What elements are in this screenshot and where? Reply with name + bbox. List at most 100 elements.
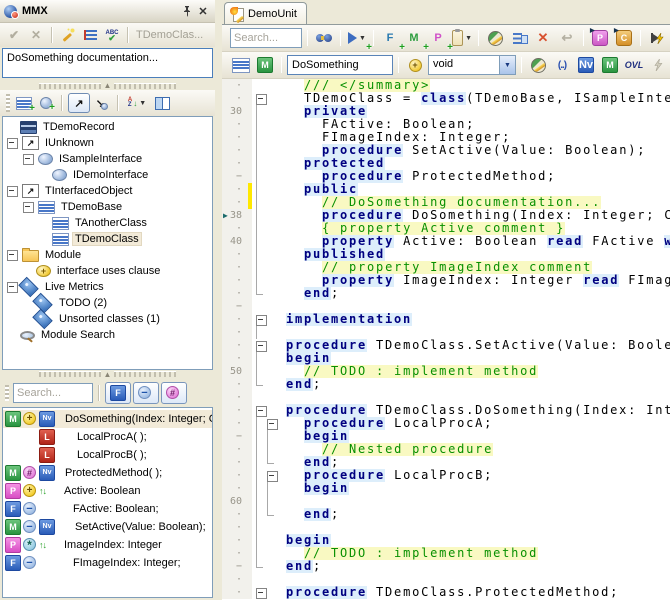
- code-line[interactable]: · /// </summary>: [222, 79, 670, 92]
- toolbar-gripper[interactable]: [5, 384, 9, 401]
- code-line[interactable]: · { property Active comment }: [222, 222, 670, 235]
- code-line[interactable]: · procedure LocalProcA;: [222, 417, 670, 430]
- goto-interface-button[interactable]: P: [589, 27, 611, 48]
- combo-dropdown-button[interactable]: ▼: [499, 56, 515, 74]
- add-parameter-button[interactable]: +: [404, 55, 426, 75]
- code-line[interactable]: 60: [222, 495, 670, 508]
- member-row[interactable]: P * ↑↓ ImageIndex: Integer: [3, 536, 212, 554]
- expand-box-icon[interactable]: [7, 185, 18, 197]
- code-line[interactable]: · procedure LocalProcB;: [222, 469, 670, 482]
- member-row[interactable]: L LocalProcB( );: [3, 446, 212, 464]
- tree-item[interactable]: TDemoClass: [3, 231, 212, 247]
- fold-collapse-icon[interactable]: [256, 588, 267, 599]
- member-name-input[interactable]: [287, 55, 393, 75]
- code-line[interactable]: ·: [222, 326, 670, 339]
- tree-item[interactable]: ↗ TInterfacedObject: [3, 183, 212, 199]
- tree-item[interactable]: TDemoBase: [3, 199, 212, 215]
- code-line[interactable]: ·: [222, 521, 670, 534]
- code-line[interactable]: 40 property Active: Boolean read FActive…: [222, 235, 670, 248]
- member-row[interactable]: L LocalProcA( );: [3, 428, 212, 446]
- expand-box-icon[interactable]: [23, 153, 34, 165]
- documentation-memo[interactable]: DoSomething documentation...: [2, 48, 213, 78]
- code-line[interactable]: −: [222, 300, 670, 313]
- code-line[interactable]: · end;: [222, 287, 670, 300]
- tree-item[interactable]: Live Metrics: [3, 276, 212, 298]
- member-row[interactable]: P + ↑↓ Active: Boolean: [3, 482, 212, 500]
- kind-method-button[interactable]: M: [599, 55, 621, 75]
- delete-button[interactable]: ✕: [532, 28, 554, 48]
- member-row[interactable]: M + Nv DoSomething(Index: Integer; Co: [3, 409, 212, 428]
- add-field-button[interactable]: F: [379, 28, 405, 53]
- expand-box-icon[interactable]: [7, 249, 18, 261]
- expand-box-icon[interactable]: [7, 137, 18, 149]
- tree-item[interactable]: Module Search: [3, 327, 212, 343]
- wizard-button[interactable]: [58, 26, 78, 44]
- code-line[interactable]: ·: [222, 573, 670, 586]
- code-line[interactable]: · procedure TDemoClass.DoSomething(Index:…: [222, 404, 670, 417]
- code-line[interactable]: · public: [222, 183, 670, 196]
- hierarchy-view-toggle[interactable]: ↗: [92, 94, 112, 112]
- edit-params-button[interactable]: (..): [551, 55, 573, 75]
- code-line[interactable]: · begin: [222, 352, 670, 365]
- add-method-button[interactable]: M: [403, 28, 429, 53]
- code-line[interactable]: · procedure TDemoClass.ProtectedMethod;: [222, 586, 670, 599]
- filter-private-toggle[interactable]: −: [133, 381, 159, 404]
- code-line[interactable]: · protected: [222, 157, 670, 170]
- sync-edit-button[interactable]: [646, 28, 668, 48]
- code-line[interactable]: − begin: [222, 430, 670, 443]
- code-line[interactable]: · FImageIndex: Integer;: [222, 131, 670, 144]
- sort-dropdown-button[interactable]: AZ ↓ ▼: [124, 94, 150, 112]
- tree-item[interactable]: TODO (2): [3, 292, 212, 314]
- code-line[interactable]: · // DoSomething documentation...: [222, 196, 670, 209]
- code-line[interactable]: 50 // TODO : implement method: [222, 365, 670, 378]
- add-interface-button[interactable]: [36, 94, 56, 113]
- tree-item[interactable]: ↗ IUnknown: [3, 135, 212, 151]
- tree-item[interactable]: Module: [3, 247, 212, 263]
- tree-item[interactable]: + interface uses clause: [3, 263, 212, 279]
- add-class-button[interactable]: [14, 94, 35, 114]
- overload-button[interactable]: OVL: [623, 55, 645, 75]
- tree-item[interactable]: TAnotherClass: [3, 215, 212, 231]
- result-type-combo[interactable]: void ▼: [428, 55, 516, 75]
- cancel-button[interactable]: ✕: [26, 26, 46, 44]
- code-line[interactable]: · end;: [222, 456, 670, 469]
- code-editor[interactable]: · /// </summary> · TDemoClass = class(TDe…: [222, 79, 670, 600]
- binding-nv-button[interactable]: Nv: [575, 55, 597, 75]
- expand-box-icon[interactable]: [23, 201, 34, 213]
- code-line[interactable]: · // property ImageIndex comment: [222, 261, 670, 274]
- member-row[interactable]: M # Nv ProtectedMethod( );: [3, 464, 212, 482]
- code-line[interactable]: − procedure ProtectedMethod;: [222, 170, 670, 183]
- code-line[interactable]: − end;: [222, 560, 670, 573]
- fold-collapse-icon[interactable]: [256, 341, 267, 352]
- editor-search-input[interactable]: [230, 28, 302, 48]
- filter-protected-toggle[interactable]: #: [161, 381, 187, 404]
- tab-demounit[interactable]: DemoUnit: [224, 2, 307, 24]
- code-line[interactable]: · end;: [222, 378, 670, 391]
- fold-collapse-icon[interactable]: [267, 471, 278, 482]
- code-line[interactable]: · FActive: Boolean;: [222, 118, 670, 131]
- tree-item[interactable]: ISampleInterface: [3, 151, 212, 167]
- code-line[interactable]: · procedure SetActive(Value: Boolean);: [222, 144, 670, 157]
- add-property-button[interactable]: P: [427, 28, 453, 53]
- fold-collapse-icon[interactable]: [256, 94, 267, 105]
- fold-collapse-icon[interactable]: [267, 419, 278, 430]
- tree-item[interactable]: TDemoRecord: [3, 119, 212, 135]
- find-button[interactable]: [313, 28, 335, 48]
- apply-lightning-button[interactable]: [647, 55, 669, 75]
- clipboard-dropdown-button[interactable]: ▼: [451, 28, 473, 48]
- goto-dropdown-button[interactable]: ▼: [346, 28, 372, 53]
- undo-button[interactable]: ↩: [556, 28, 578, 48]
- filter-fields-toggle[interactable]: F: [105, 381, 131, 404]
- code-line[interactable]: · procedure TDemoClass.SetActive(Value: B…: [222, 339, 670, 352]
- code-line[interactable]: · end;: [222, 508, 670, 521]
- code-line[interactable]: · begin: [222, 534, 670, 547]
- pin-button[interactable]: [179, 4, 195, 19]
- members-list-button[interactable]: [508, 28, 530, 48]
- close-button[interactable]: ✕: [195, 4, 211, 19]
- split-view-button[interactable]: [152, 94, 172, 112]
- goto-implementation-button[interactable]: C: [613, 27, 635, 48]
- member-wizard-button[interactable]: [484, 28, 506, 48]
- code-line[interactable]: 38 ▶ procedure DoSomething(Index: Integer…: [222, 209, 670, 222]
- code-line[interactable]: · TDemoClass = class(TDemoBase, ISampleI…: [222, 92, 670, 105]
- code-line[interactable]: · published: [222, 248, 670, 261]
